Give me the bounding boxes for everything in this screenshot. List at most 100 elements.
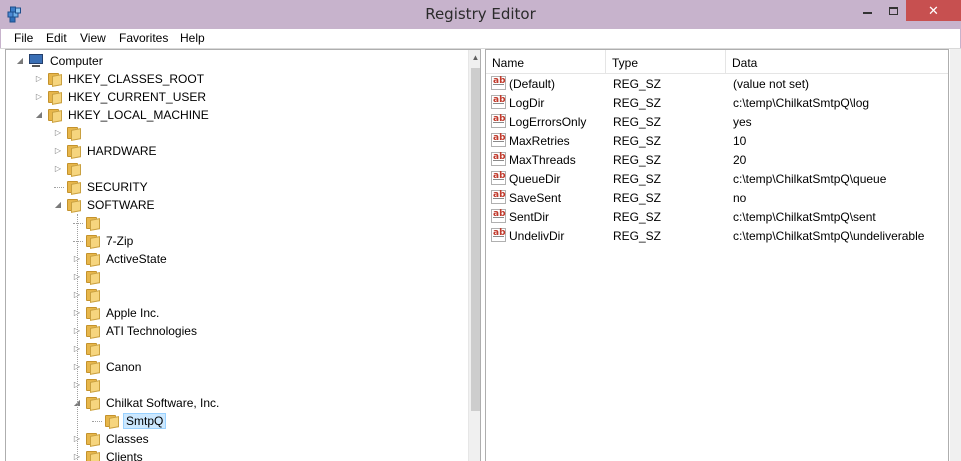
folder-icon xyxy=(66,198,82,213)
string-value-icon: ab xyxy=(491,76,506,90)
scrollbar-thumb[interactable] xyxy=(471,68,480,411)
tree-item-label: HKEY_LOCAL_MACHINE xyxy=(68,108,209,122)
table-row[interactable]: ab LogErrorsOnly REG_SZ yes xyxy=(486,113,948,132)
tree-item[interactable]: ActiveState xyxy=(85,250,169,268)
menu-bar: File Edit View Favorites Help xyxy=(0,29,961,48)
tree-vertical-scrollbar[interactable]: ▲ xyxy=(468,50,480,461)
column-header-name[interactable]: Name xyxy=(486,50,606,74)
expand-arrow-icon[interactable]: ▷ xyxy=(35,75,43,83)
value-name: MaxRetries xyxy=(509,134,570,148)
expand-arrow-icon[interactable]: ▷ xyxy=(54,129,62,137)
value-type: REG_SZ xyxy=(613,172,662,186)
folder-icon xyxy=(85,396,101,411)
value-type: REG_SZ xyxy=(613,134,662,148)
expand-arrow-icon[interactable]: ▷ xyxy=(54,147,62,155)
string-value-icon: ab xyxy=(491,95,506,109)
minimize-button[interactable] xyxy=(854,0,880,21)
computer-icon xyxy=(28,54,44,68)
folder-icon xyxy=(47,90,63,105)
value-type: REG_SZ xyxy=(613,115,662,129)
value-data: 10 xyxy=(733,134,747,148)
column-header-data[interactable]: Data xyxy=(726,50,948,74)
value-data: c:\temp\ChilkatSmtpQ\sent xyxy=(733,210,876,224)
registry-tree[interactable]: ▲ ◢ Computer ▷ HKEY_CLASSES_ROOT ▷ HKEY_CURRE… xyxy=(5,49,481,461)
value-name: MaxThreads xyxy=(509,153,576,167)
menu-edit[interactable]: Edit xyxy=(46,31,67,45)
maximize-icon xyxy=(888,6,898,15)
tree-item[interactable] xyxy=(85,214,108,232)
tree-item[interactable] xyxy=(85,340,108,358)
expand-arrow-icon[interactable]: ▷ xyxy=(35,93,43,101)
folder-icon xyxy=(85,234,101,249)
value-data: c:\temp\ChilkatSmtpQ\undeliverable xyxy=(733,229,925,243)
folder-icon xyxy=(85,216,101,231)
tree-item[interactable] xyxy=(85,376,108,394)
tree-item[interactable] xyxy=(85,286,108,304)
table-row[interactable]: ab MaxThreads REG_SZ 20 xyxy=(486,151,948,170)
tree-item-label: Apple Inc. xyxy=(106,306,160,320)
tree-item[interactable] xyxy=(66,124,89,142)
tree-item[interactable]: Apple Inc. xyxy=(85,304,161,322)
table-row[interactable]: ab SentDir REG_SZ c:\temp\ChilkatSmtpQ\sent xyxy=(486,208,948,227)
tree-item[interactable]: Canon xyxy=(85,358,143,376)
tree-item-label xyxy=(104,294,108,296)
tree-item[interactable]: Computer xyxy=(28,52,105,70)
string-value-icon: ab xyxy=(491,114,506,128)
scroll-up-icon[interactable]: ▲ xyxy=(469,52,480,64)
tree-item[interactable]: HARDWARE xyxy=(66,142,159,160)
tree-item[interactable]: Clients xyxy=(85,448,145,461)
tree-connector xyxy=(73,241,83,242)
collapse-arrow-icon[interactable]: ◢ xyxy=(54,201,62,209)
table-row[interactable]: ab UndelivDir REG_SZ c:\temp\ChilkatSmtpQ\u… xyxy=(486,227,948,246)
table-row[interactable]: ab QueueDir REG_SZ c:\temp\ChilkatSmtpQ\que… xyxy=(486,170,948,189)
tree-item-label: Chilkat Software, Inc. xyxy=(106,396,220,410)
tree-item[interactable]: Chilkat Software, Inc. xyxy=(85,394,221,412)
value-name: QueueDir xyxy=(509,172,561,186)
folder-icon xyxy=(66,144,82,159)
string-value-icon: ab xyxy=(491,152,506,166)
expand-arrow-icon[interactable]: ▷ xyxy=(54,165,62,173)
values-list[interactable]: Name Type Data ab (Default) REG_SZ (value n… xyxy=(485,49,949,461)
value-name: LogErrorsOnly xyxy=(509,115,587,129)
column-header-type[interactable]: Type xyxy=(606,50,726,74)
string-value-icon: ab xyxy=(491,190,506,204)
tree-item-label xyxy=(85,132,89,134)
tree-item[interactable]: HKEY_LOCAL_MACHINE xyxy=(47,106,211,124)
tree-item[interactable]: SECURITY xyxy=(66,178,150,196)
tree-item[interactable]: HKEY_CLASSES_ROOT xyxy=(47,70,206,88)
tree-item[interactable]: Classes xyxy=(85,430,151,448)
menu-view[interactable]: View xyxy=(80,31,106,45)
tree-item-label: SECURITY xyxy=(87,180,148,194)
tree-item[interactable]: SOFTWARE xyxy=(66,196,157,214)
table-row[interactable]: ab SaveSent REG_SZ no xyxy=(486,189,948,208)
folder-icon xyxy=(66,126,82,141)
list-header: Name Type Data xyxy=(486,50,948,74)
folder-icon xyxy=(85,342,101,357)
tree-item[interactable] xyxy=(85,268,108,286)
tree-item[interactable]: HKEY_CURRENT_USER xyxy=(47,88,208,106)
close-button[interactable]: ✕ xyxy=(906,0,961,21)
menu-file[interactable]: File xyxy=(14,31,33,45)
table-row[interactable]: ab LogDir REG_SZ c:\temp\ChilkatSmtpQ\log xyxy=(486,94,948,113)
table-row[interactable]: ab MaxRetries REG_SZ 10 xyxy=(486,132,948,151)
menu-help[interactable]: Help xyxy=(180,31,205,45)
tree-item[interactable]: ATI Technologies xyxy=(85,322,199,340)
tree-item-label: ActiveState xyxy=(106,252,167,266)
value-type: REG_SZ xyxy=(613,210,662,224)
tree-item[interactable]: 7-Zip xyxy=(85,232,135,250)
tree-item[interactable] xyxy=(66,160,89,178)
string-value-icon: ab xyxy=(491,228,506,242)
value-name: SentDir xyxy=(509,210,550,224)
folder-icon xyxy=(85,432,101,447)
folder-icon xyxy=(85,450,101,461)
table-row[interactable]: ab (Default) REG_SZ (value not set) xyxy=(486,75,948,94)
menu-favorites[interactable]: Favorites xyxy=(119,31,168,45)
tree-item-label: Clients xyxy=(106,450,143,461)
value-data: yes xyxy=(733,115,752,129)
maximize-button[interactable] xyxy=(880,0,906,21)
value-type: REG_SZ xyxy=(613,77,662,91)
collapse-arrow-icon[interactable]: ◢ xyxy=(35,111,43,119)
tree-item[interactable]: SmtpQ xyxy=(104,412,167,430)
collapse-arrow-icon[interactable]: ◢ xyxy=(16,57,24,65)
value-data: (value not set) xyxy=(733,77,810,91)
